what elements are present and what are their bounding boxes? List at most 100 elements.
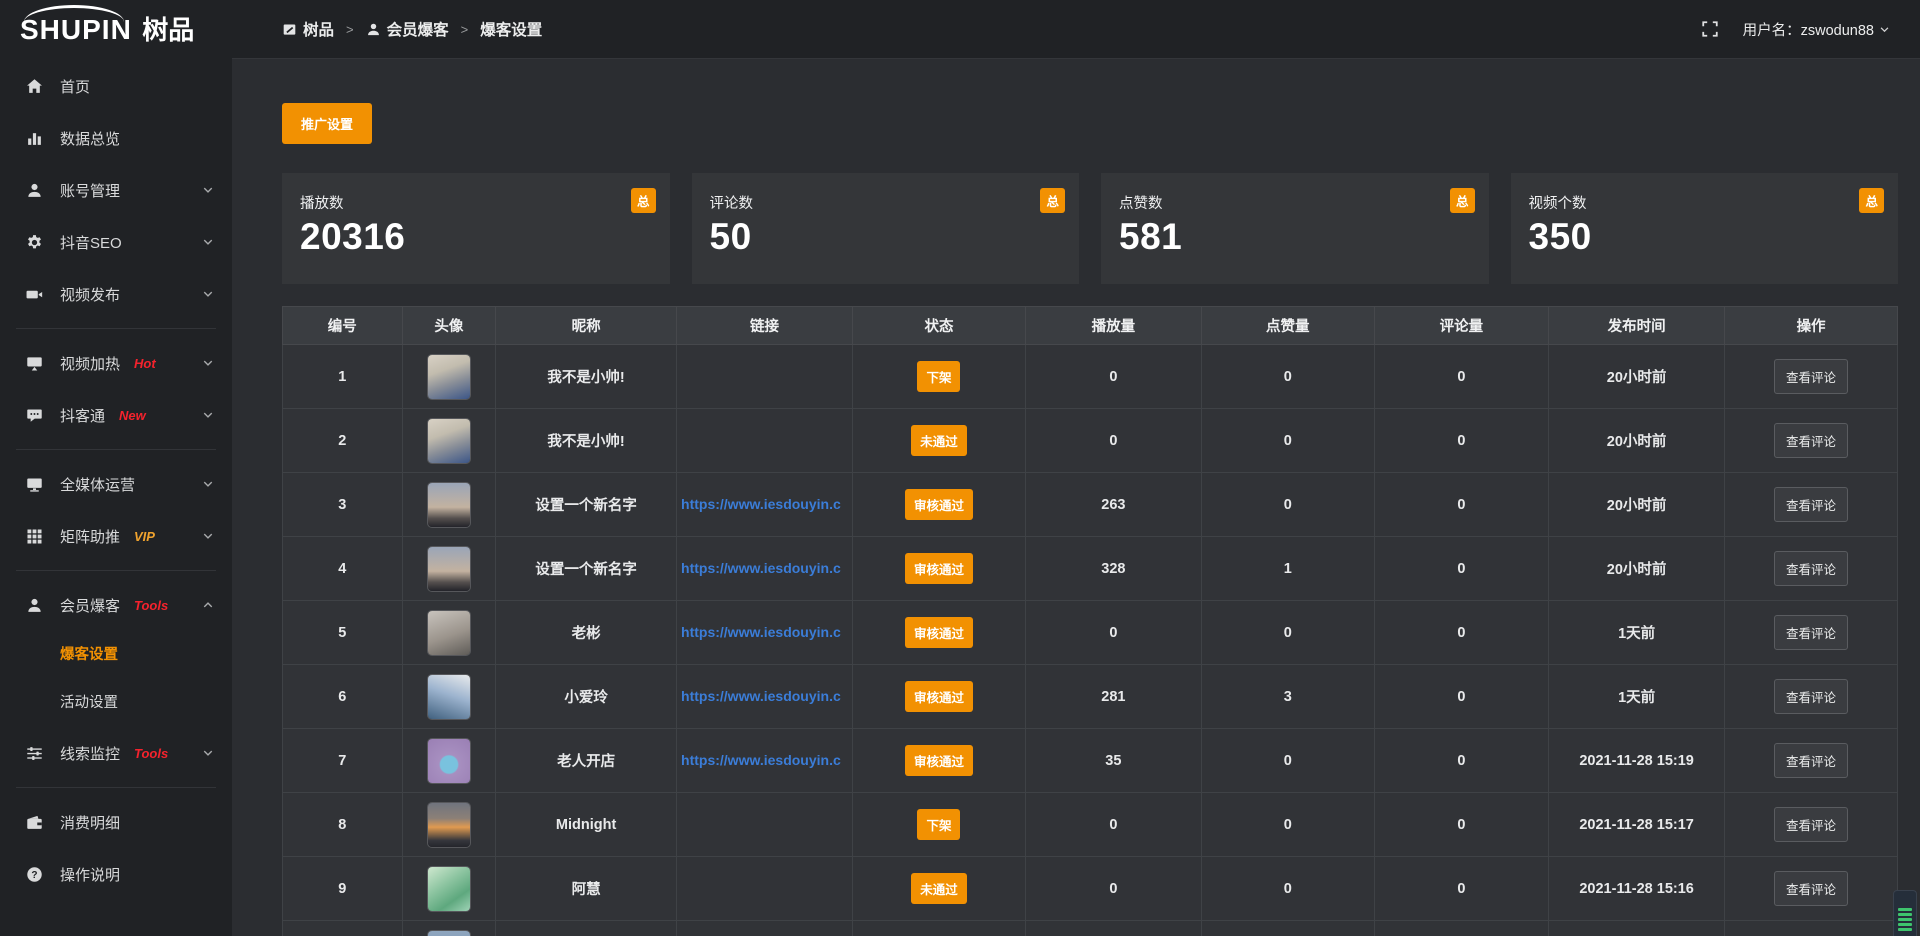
status-badge: 下架: [917, 361, 960, 392]
help-icon: ?: [26, 866, 43, 883]
cell-likes: 1: [1201, 537, 1374, 601]
cell-id: 1: [283, 345, 403, 409]
avatar: [428, 739, 470, 783]
member-icon: [26, 597, 43, 614]
sidebar-item-clue-monitor[interactable]: 线索监控Tools: [0, 727, 232, 779]
cell-likes: 0: [1201, 729, 1374, 793]
promo-settings-button[interactable]: 推广设置: [282, 103, 372, 144]
cell-plays: 263: [1025, 473, 1201, 537]
sidebar-item-account-manage[interactable]: 账号管理: [0, 164, 232, 216]
sidebar-item-label: 首页: [60, 76, 90, 97]
floating-widget[interactable]: [1893, 890, 1917, 936]
cell-link: https://www.iesdouyin.c: [677, 665, 853, 729]
video-link[interactable]: https://www.iesdouyin.c: [681, 560, 841, 576]
chevron-down-icon: [202, 747, 214, 759]
breadcrumb-label: 树品: [303, 18, 334, 40]
green-bars-icon: [1898, 918, 1912, 921]
app-logo: SHUPIN 树品: [0, 0, 232, 58]
user-menu[interactable]: 用户名：zswodun88: [1743, 19, 1890, 40]
sidebar-item-data-overview[interactable]: 数据总览: [0, 112, 232, 164]
cell-avatar: [402, 729, 496, 793]
sidebar-item-label: 全媒体运营: [60, 474, 135, 495]
cell-action: 查看评论: [1725, 729, 1898, 793]
video-link[interactable]: https://www.iesdouyin.c: [681, 624, 841, 640]
sidebar-item-member-baoke[interactable]: 会员爆客Tools: [0, 579, 232, 631]
cell-avatar: [402, 793, 496, 857]
view-comments-button[interactable]: 查看评论: [1774, 871, 1848, 906]
sidebar-item-consume-detail[interactable]: 消费明细: [0, 796, 232, 848]
breadcrumb-item[interactable]: 树品: [282, 18, 334, 40]
cell-link: https://www.iesdouyin.c: [677, 601, 853, 665]
view-comments-button[interactable]: 查看评论: [1774, 551, 1848, 586]
sidebar-divider: [16, 449, 216, 450]
sidebar-item-matrix-boost[interactable]: 矩阵助推VIP: [0, 510, 232, 562]
stat-card-value: 20316: [300, 216, 654, 258]
cell-comments: 0: [1374, 601, 1548, 665]
cell-id: 6: [283, 665, 403, 729]
column-header: 评论量: [1374, 307, 1548, 345]
cell-plays: [1025, 921, 1201, 936]
video-link[interactable]: https://www.iesdouyin.c: [681, 688, 841, 704]
cell-action: [1725, 921, 1898, 936]
cell-nickname: Midnight: [496, 793, 677, 857]
sidebar-item-video-heat[interactable]: 视频加热Hot: [0, 337, 232, 389]
cell-link: https://www.iesdouyin.c: [677, 473, 853, 537]
sidebar-item-media-operation[interactable]: 全媒体运营: [0, 458, 232, 510]
fullscreen-icon[interactable]: [1701, 20, 1719, 38]
video-link[interactable]: https://www.iesdouyin.c: [681, 496, 841, 512]
breadcrumb-item[interactable]: 会员爆客: [366, 18, 449, 40]
cell-likes: [1201, 921, 1374, 936]
sliders-icon: [26, 745, 43, 762]
column-header: 头像: [402, 307, 496, 345]
sidebar-item-douketong[interactable]: 抖客通New: [0, 389, 232, 441]
view-comments-button[interactable]: 查看评论: [1774, 679, 1848, 714]
stat-card-value: 581: [1119, 216, 1473, 258]
view-comments-button[interactable]: 查看评论: [1774, 807, 1848, 842]
sidebar-subitem-baoke-settings[interactable]: 爆客设置: [0, 631, 232, 679]
cell-id: 4: [283, 537, 403, 601]
sidebar-item-home[interactable]: 首页: [0, 60, 232, 112]
column-header: 操作: [1725, 307, 1898, 345]
green-bars-icon: [1898, 913, 1912, 916]
cell-likes: 0: [1201, 857, 1374, 921]
gear-icon: [26, 234, 43, 251]
view-comments-button[interactable]: 查看评论: [1774, 359, 1848, 394]
cell-time: 2021-11-28 15:19: [1549, 729, 1725, 793]
sidebar-item-label: 操作说明: [60, 864, 120, 885]
view-comments-button[interactable]: 查看评论: [1774, 743, 1848, 778]
chevron-down-icon: [1879, 24, 1890, 35]
view-comments-button[interactable]: 查看评论: [1774, 423, 1848, 458]
table-row: 5老彬https://www.iesdouyin.c审核通过0001天前查看评论: [283, 601, 1898, 665]
sidebar-item-operation-guide[interactable]: ? 操作说明: [0, 848, 232, 900]
cell-id: 3: [283, 473, 403, 537]
cell-id: 9: [283, 857, 403, 921]
view-comments-button[interactable]: 查看评论: [1774, 615, 1848, 650]
content-area: 推广设置 播放数20316总评论数50总点赞数581总视频个数350总 编号头像…: [232, 59, 1920, 936]
sidebar-item-tag: Tools: [134, 746, 168, 761]
chevron-down-icon: [202, 530, 214, 542]
avatar: [428, 547, 470, 591]
status-badge: 审核通过: [905, 489, 973, 520]
video-link[interactable]: https://www.iesdouyin.c: [681, 752, 841, 768]
cell-link: [677, 409, 853, 473]
sidebar-item-video-publish[interactable]: 视频发布: [0, 268, 232, 320]
sidebar-item-douyin-seo[interactable]: 抖音SEO: [0, 216, 232, 268]
cell-plays: 0: [1025, 857, 1201, 921]
sidebar-subitem-activity-settings[interactable]: 活动设置: [0, 679, 232, 727]
topbar: 树品>会员爆客>爆客设置 用户名：zswodun88: [232, 0, 1920, 59]
avatar: [428, 611, 470, 655]
sidebar-item-label: 数据总览: [60, 128, 120, 149]
sidebar-divider: [16, 570, 216, 571]
column-header: 发布时间: [1549, 307, 1725, 345]
column-header: 状态: [853, 307, 1026, 345]
cell-nickname: [496, 921, 677, 936]
table-body: 1我不是小帅!下架00020小时前查看评论2我不是小帅!未通过00020小时前查…: [283, 345, 1898, 936]
cell-status: [853, 921, 1026, 936]
table-row: 7老人开店https://www.iesdouyin.c审核通过35002021…: [283, 729, 1898, 793]
column-header: 链接: [677, 307, 853, 345]
chat-icon: [26, 407, 43, 424]
avatar: [428, 675, 470, 719]
view-comments-button[interactable]: 查看评论: [1774, 487, 1848, 522]
cell-link: [677, 793, 853, 857]
cell-link: https://www.iesdouyin.c: [677, 729, 853, 793]
